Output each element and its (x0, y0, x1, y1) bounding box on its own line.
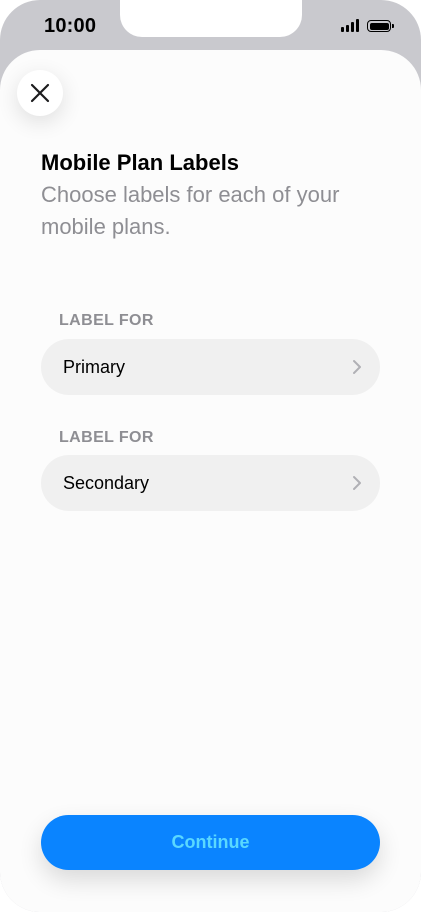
continue-button-label: Continue (171, 832, 250, 852)
chevron-right-icon (353, 360, 361, 374)
chevron-right-icon (353, 476, 361, 490)
mobile-plan-labels-sheet: Mobile Plan Labels Choose labels for eac… (0, 50, 421, 912)
secondary-section-label: LABEL FOR (59, 429, 154, 446)
secondary-label-value: Secondary (63, 472, 150, 493)
status-icons (341, 19, 394, 32)
page-title: Mobile Plan Labels (41, 150, 240, 175)
primary-section-label: LABEL FOR (59, 312, 154, 329)
secondary-label-row[interactable]: Secondary (41, 455, 380, 511)
status-time: 10:00 (44, 15, 97, 37)
close-button[interactable] (17, 70, 63, 116)
notch (120, 0, 302, 37)
cellular-signal-icon (341, 19, 359, 32)
primary-label-row[interactable]: Primary (41, 339, 380, 395)
close-icon (30, 83, 50, 103)
status-bar: 10:00 (0, 0, 421, 56)
page-subtitle: Choose labels for each of your mobile pl… (41, 182, 340, 239)
primary-label-value: Primary (63, 356, 125, 377)
continue-button[interactable]: Continue (41, 815, 380, 870)
battery-icon (367, 20, 394, 32)
phone-screen: 10:00 Mobile Plan Labels Choose labels f… (0, 0, 421, 912)
